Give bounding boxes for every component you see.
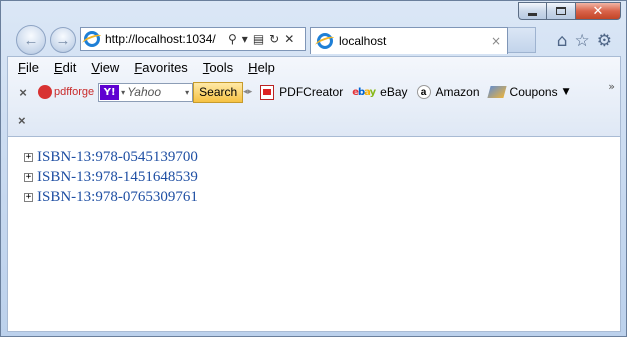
isbn-tree: + ISBN-13:978-0545139700 + ISBN-13:978-1… bbox=[24, 147, 198, 207]
search-dropdown-icon[interactable]: ▾ bbox=[185, 88, 189, 97]
close-window-button[interactable]: ✕ bbox=[576, 2, 621, 20]
maximize-button[interactable] bbox=[547, 2, 576, 20]
search-input[interactable]: Yahoo bbox=[127, 85, 185, 99]
forward-arrow-icon: → bbox=[55, 31, 71, 49]
pdfforge-label: pdfforge bbox=[54, 86, 95, 98]
favorites-star-icon[interactable]: ☆ bbox=[575, 31, 590, 51]
pdfforge-logo[interactable]: pdfforge bbox=[38, 85, 94, 99]
pdfforge-icon bbox=[38, 85, 52, 99]
menu-tools[interactable]: Tools bbox=[203, 60, 233, 75]
provider-dropdown-icon[interactable]: ▾ bbox=[121, 88, 125, 97]
page-content: + ISBN-13:978-0545139700 + ISBN-13:978-1… bbox=[7, 136, 621, 332]
browser-window: ✕ ← → http://localhost:1034/ ⚲ ▾ ▤ ↻ ✕ l… bbox=[0, 0, 627, 337]
tab-title: localhost bbox=[339, 34, 387, 48]
home-icon[interactable]: ⌂ bbox=[557, 31, 568, 51]
tab-close-icon[interactable]: × bbox=[491, 34, 501, 48]
pdfforge-toolbar: × pdfforge Y! ▾ Yahoo ▾ Search ◂▸ PDFCre… bbox=[8, 81, 620, 103]
gear-icon[interactable]: ⚙ bbox=[597, 31, 612, 51]
expand-icon[interactable]: + bbox=[24, 192, 33, 202]
maximize-icon bbox=[556, 7, 566, 15]
tree-node-label[interactable]: ISBN-13:978-1451648539 bbox=[37, 169, 198, 186]
stop-icon[interactable]: ✕ bbox=[284, 32, 294, 46]
ebay-label: eBay bbox=[380, 85, 408, 99]
amazon-button[interactable]: a Amazon bbox=[416, 85, 480, 99]
toolbar-grip-icon[interactable]: ◂▸ bbox=[243, 87, 252, 97]
tab-ie-icon bbox=[317, 33, 333, 49]
ie-page-icon bbox=[84, 31, 100, 47]
menu-file[interactable]: File bbox=[18, 60, 39, 75]
coupons-dropdown-icon[interactable]: ▼ bbox=[563, 87, 570, 97]
back-button[interactable]: ← bbox=[16, 25, 46, 55]
forward-button[interactable]: → bbox=[50, 27, 76, 53]
menu-favorites[interactable]: Favorites bbox=[134, 60, 187, 75]
dropdown-arrow-icon[interactable]: ▾ bbox=[242, 32, 248, 46]
tree-node-label[interactable]: ISBN-13:978-0545139700 bbox=[37, 149, 198, 166]
menu-bar: File Edit View Favorites Tools Help bbox=[18, 60, 275, 75]
compatibility-view-icon[interactable]: ▤ bbox=[253, 32, 264, 46]
minimize-button[interactable] bbox=[518, 2, 547, 20]
tree-node-label[interactable]: ISBN-13:978-0765309761 bbox=[37, 189, 198, 206]
address-bar[interactable]: http://localhost:1034/ ⚲ ▾ ▤ ↻ ✕ bbox=[80, 27, 306, 51]
pdfcreator-button[interactable]: PDFCreator bbox=[260, 84, 344, 100]
minimize-icon bbox=[528, 12, 537, 16]
yahoo-search-box[interactable]: Y! ▾ Yahoo ▾ bbox=[98, 82, 194, 102]
amazon-icon: a bbox=[416, 85, 431, 99]
menu-help[interactable]: Help bbox=[248, 60, 275, 75]
toolbar-close-icon[interactable]: × bbox=[8, 85, 38, 100]
tree-node[interactable]: + ISBN-13:978-0545139700 bbox=[24, 147, 198, 167]
expand-icon[interactable]: + bbox=[24, 152, 33, 162]
coupons-button[interactable]: Coupons ▼ bbox=[486, 85, 570, 99]
pdfcreator-label: PDFCreator bbox=[279, 85, 344, 99]
coupons-label: Coupons bbox=[509, 85, 558, 99]
refresh-icon[interactable]: ↻ bbox=[269, 32, 279, 46]
search-button[interactable]: Search bbox=[193, 81, 244, 103]
address-tools: ⚲ ▾ ▤ ↻ ✕ bbox=[228, 32, 294, 46]
command-bars: File Edit View Favorites Tools Help × pd… bbox=[7, 56, 621, 136]
tab-localhost[interactable]: localhost × bbox=[310, 27, 508, 54]
yahoo-icon[interactable]: Y! bbox=[100, 84, 120, 100]
back-arrow-icon: ← bbox=[23, 31, 39, 49]
expand-icon[interactable]: + bbox=[24, 172, 33, 182]
tree-node[interactable]: + ISBN-13:978-1451648539 bbox=[24, 167, 198, 187]
menu-view[interactable]: View bbox=[91, 60, 119, 75]
tree-node[interactable]: + ISBN-13:978-0765309761 bbox=[24, 187, 198, 207]
amazon-label: Amazon bbox=[435, 85, 480, 99]
coupon-icon bbox=[486, 86, 507, 98]
pdf-icon bbox=[260, 84, 275, 100]
menu-edit[interactable]: Edit bbox=[54, 60, 76, 75]
window-caption-buttons: ✕ bbox=[518, 2, 621, 20]
address-url[interactable]: http://localhost:1034/ bbox=[105, 32, 225, 46]
new-tab-button[interactable] bbox=[508, 27, 536, 53]
close-icon: ✕ bbox=[592, 3, 604, 19]
browser-right-icons: ⌂ ☆ ⚙ bbox=[557, 31, 612, 51]
search-icon[interactable]: ⚲ bbox=[228, 32, 237, 46]
ebay-icon: ebay bbox=[352, 86, 376, 98]
toolbar-overflow-icon[interactable]: » bbox=[608, 80, 615, 93]
toolbar2-close-icon[interactable]: × bbox=[18, 113, 26, 128]
ebay-button[interactable]: ebay eBay bbox=[352, 85, 407, 99]
